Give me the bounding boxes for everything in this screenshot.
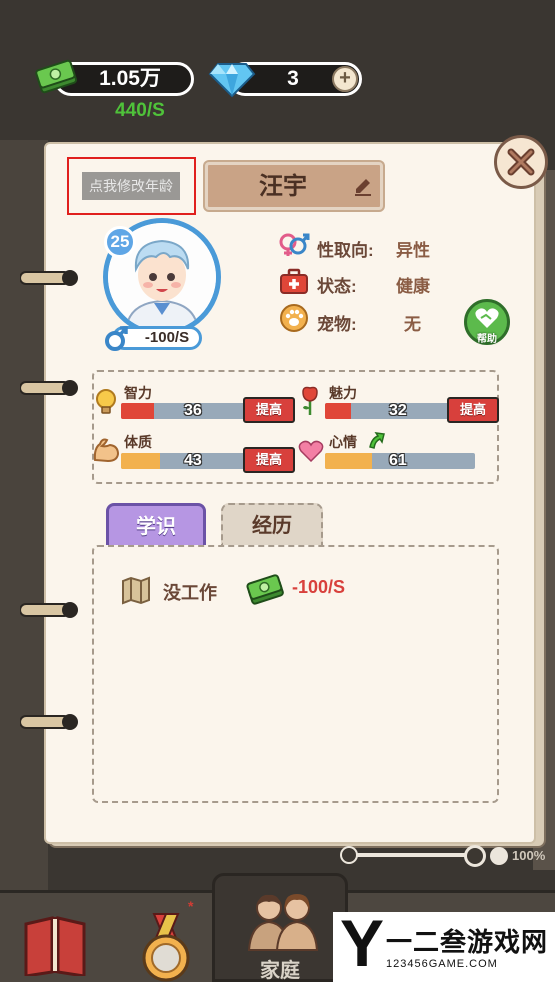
book-icon[interactable] xyxy=(22,912,88,976)
cash-income-rate: 440/S xyxy=(115,100,165,121)
zoom-level: 100% xyxy=(512,848,546,863)
map-icon xyxy=(122,576,150,605)
ring-icon xyxy=(20,380,78,396)
gender-symbol-icon xyxy=(279,233,310,256)
close-icon xyxy=(507,148,535,176)
stat-charm-value: 32 xyxy=(389,402,407,419)
rose-icon xyxy=(302,386,318,415)
stat-physique-label: 体质 xyxy=(124,434,152,450)
improve-charm-button[interactable]: 提高 xyxy=(447,397,499,423)
status-label: 状态: xyxy=(317,277,357,296)
character-name: 汪宇 xyxy=(259,173,307,200)
background-left-panel xyxy=(0,140,48,900)
stat-intelligence-value: 36 xyxy=(184,402,202,419)
help-label: 帮助 xyxy=(477,334,497,345)
gem-amount: 3 xyxy=(287,67,299,90)
pencil-icon xyxy=(355,179,371,196)
stat-physique-value: 43 xyxy=(184,452,202,469)
improve-intelligence-button[interactable]: 提高 xyxy=(243,397,295,423)
job-status: 没工作 xyxy=(163,583,217,603)
ring-icon xyxy=(20,270,78,286)
zoom-in-button[interactable] xyxy=(490,847,508,865)
level-badge: 25 xyxy=(104,226,136,258)
male-symbol-icon xyxy=(105,326,128,351)
orientation-label: 性取向: xyxy=(317,241,374,260)
stat-mood-label: 心情 xyxy=(329,434,357,450)
orientation-value: 异性 xyxy=(396,241,430,260)
paw-icon xyxy=(280,304,308,332)
cash-amount: 1.05万 xyxy=(99,67,161,90)
nav-family-label: 家庭 xyxy=(260,960,300,982)
zoom-out-button[interactable] xyxy=(340,846,358,864)
notification-dot: * xyxy=(188,898,194,914)
name-field[interactable]: 汪宇 xyxy=(205,162,383,210)
stat-charm-fill xyxy=(325,403,351,419)
medal-icon[interactable] xyxy=(130,912,202,982)
pet-label: 宠物: xyxy=(317,315,357,334)
tab-experience[interactable]: 经历 xyxy=(221,503,323,545)
family-icon xyxy=(247,894,319,951)
up-arrow-icon xyxy=(369,432,385,449)
ring-icon xyxy=(20,714,78,730)
stat-intelligence-label: 智力 xyxy=(124,385,152,401)
status-value: 健康 xyxy=(396,277,430,296)
medical-kit-icon xyxy=(280,268,308,294)
stat-mood-value: 61 xyxy=(389,452,407,469)
heart-handshake-icon xyxy=(475,308,499,328)
watermark-url: 123456GAME.COM xyxy=(386,958,498,970)
age-input[interactable]: 点我修改年龄 xyxy=(82,172,180,200)
pet-value: 无 xyxy=(404,315,421,334)
watermark-title: 一二叁游戏网 xyxy=(386,927,549,957)
stat-physique-fill xyxy=(121,453,160,469)
stat-intelligence-fill xyxy=(121,403,154,419)
add-gems-button[interactable]: + xyxy=(332,66,358,92)
close-button[interactable] xyxy=(494,135,548,189)
lightbulb-icon xyxy=(96,389,116,414)
zoom-slider[interactable] xyxy=(350,853,480,857)
job-income: -100/S xyxy=(292,577,346,597)
improve-physique-button[interactable]: 提高 xyxy=(243,447,295,473)
character-income: -100/S xyxy=(144,329,190,346)
muscle-arm-icon xyxy=(93,438,120,463)
stat-mood-fill xyxy=(325,453,372,469)
watermark-logo: Y xyxy=(340,906,385,980)
ring-icon xyxy=(20,602,78,618)
tab-education[interactable]: 学识 xyxy=(106,503,206,545)
heart-icon xyxy=(298,440,324,462)
stat-charm-label: 魅力 xyxy=(329,385,357,401)
cash-icon xyxy=(246,574,284,605)
zoom-slider-knob[interactable] xyxy=(464,845,486,867)
